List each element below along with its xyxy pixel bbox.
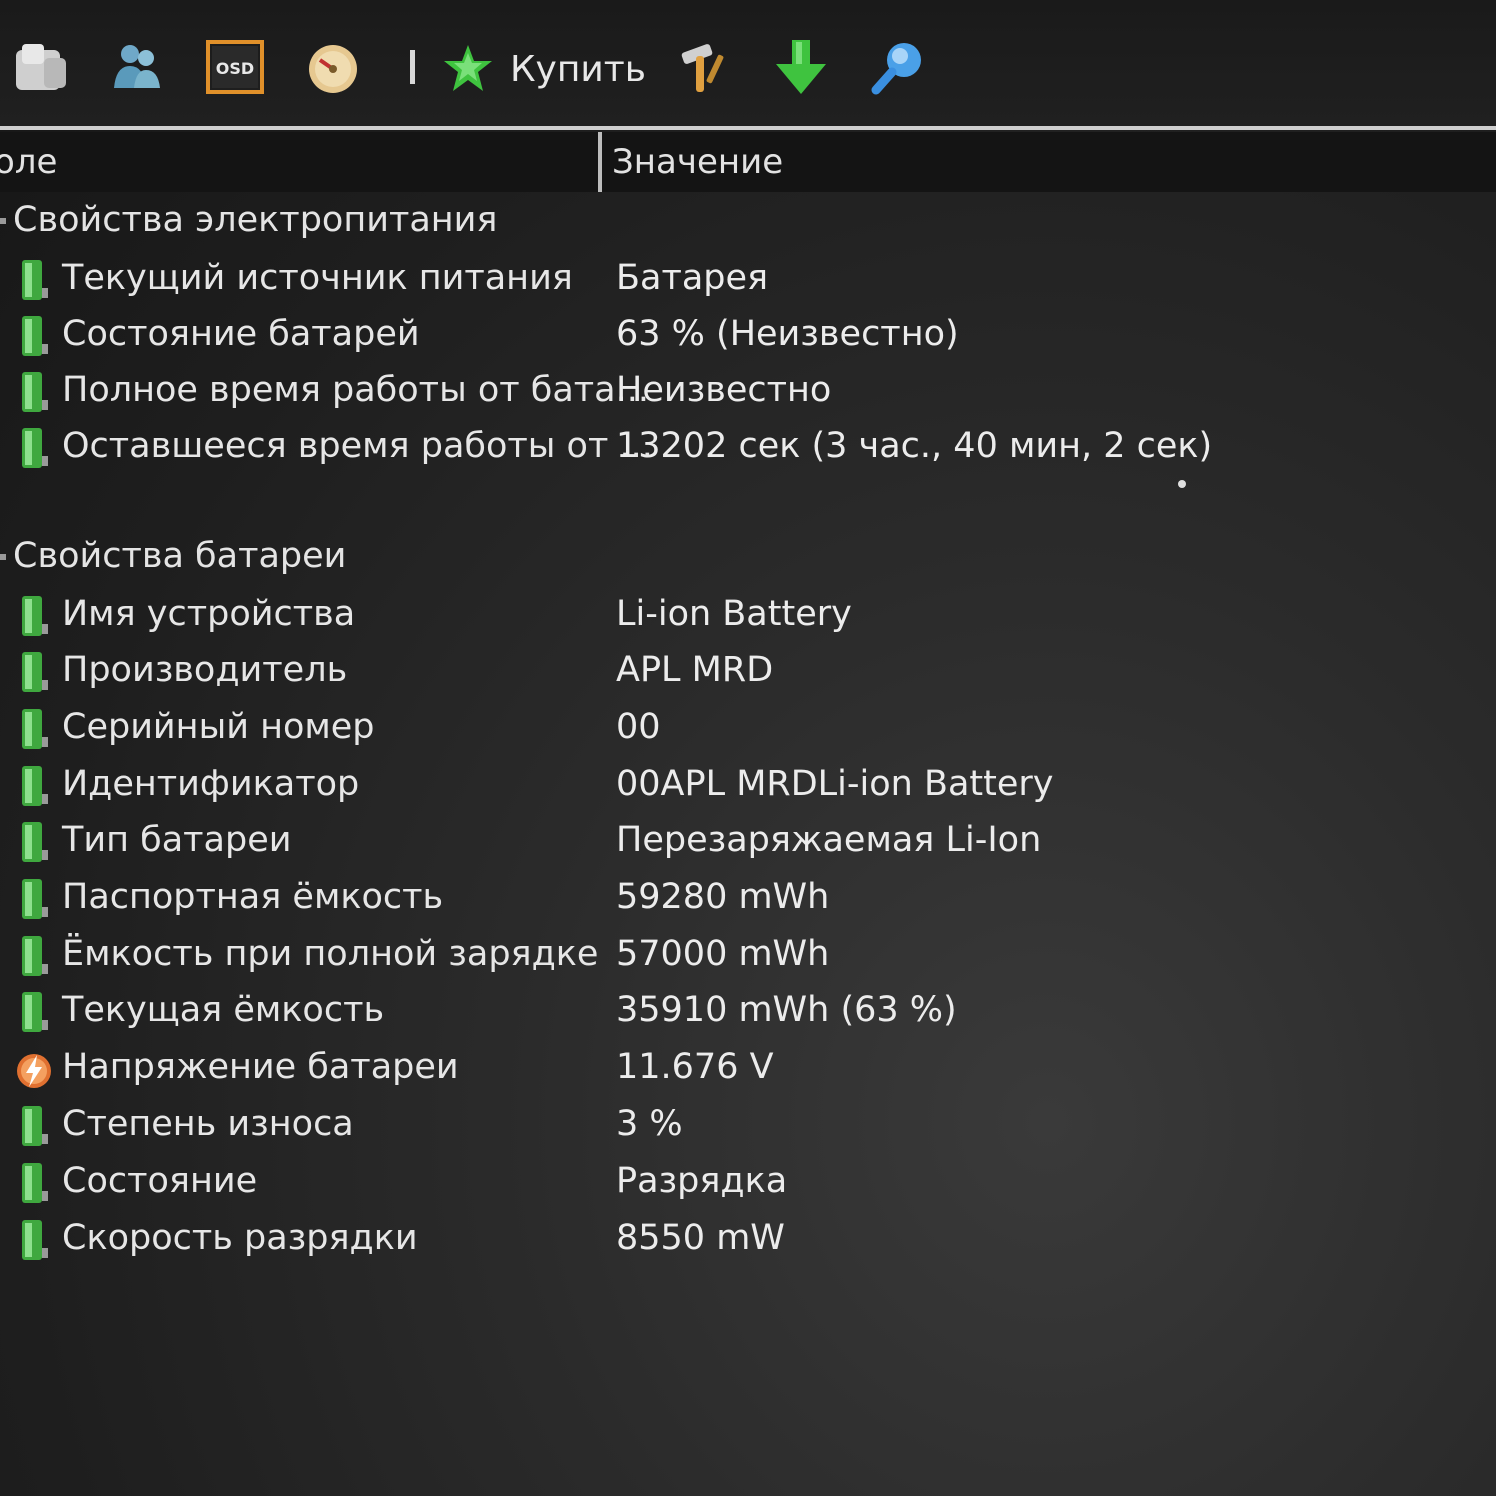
row-value: Перезаряжаемая Li-Ion bbox=[616, 820, 1042, 860]
table-row[interactable]: Паспортная ёмкость 59280 mWh bbox=[0, 873, 1496, 929]
search-icon[interactable] bbox=[868, 36, 930, 98]
group-bullet bbox=[0, 554, 6, 560]
row-value: Неизвестно bbox=[616, 370, 832, 410]
table-row[interactable]: Скорость разрядки 8550 mW bbox=[0, 1214, 1496, 1270]
osd-icon[interactable]: OSD bbox=[204, 36, 266, 98]
buy-star-icon bbox=[444, 45, 492, 91]
row-value: 8550 mW bbox=[616, 1218, 785, 1258]
table-row[interactable]: Ёмкость при полной зарядке 57000 mWh bbox=[0, 930, 1496, 986]
group-battery-properties[interactable]: Свойства батареи bbox=[0, 536, 346, 576]
column-value-header[interactable]: Значение bbox=[612, 142, 783, 182]
battery-icon bbox=[22, 1220, 48, 1260]
row-value: 63 % (Неизвестно) bbox=[616, 314, 959, 354]
table-row[interactable]: Полное время работы от бата... Неизвестн… bbox=[0, 366, 1496, 422]
column-field-header[interactable]: оле bbox=[0, 142, 57, 182]
battery-icon bbox=[22, 822, 48, 862]
battery-icon bbox=[22, 766, 48, 806]
battery-icon bbox=[22, 316, 48, 356]
buy-button[interactable]: Купить bbox=[440, 38, 646, 100]
row-label: Полное время работы от бата... bbox=[62, 370, 650, 410]
row-label: Паспортная ёмкость bbox=[62, 877, 444, 917]
table-row[interactable]: Тип батареи Перезаряжаемая Li-Ion bbox=[0, 816, 1496, 872]
row-label: Текущая ёмкость bbox=[62, 990, 385, 1030]
buy-label: Купить bbox=[510, 48, 646, 90]
row-label: Имя устройства bbox=[62, 594, 356, 634]
row-value: 35910 mWh (63 %) bbox=[616, 990, 957, 1030]
battery-icon bbox=[22, 652, 48, 692]
row-label: Текущий источник питания bbox=[62, 258, 573, 298]
row-value: Батарея bbox=[616, 258, 769, 298]
table-row[interactable]: Состояние Разрядка bbox=[0, 1157, 1496, 1213]
table-row[interactable]: Текущая ёмкость 35910 mWh (63 %) bbox=[0, 986, 1496, 1042]
stray-dot bbox=[1178, 480, 1186, 488]
row-label: Тип батареи bbox=[62, 820, 292, 860]
table-row[interactable]: Серийный номер 00 bbox=[0, 703, 1496, 759]
screen: OSD Купить оле Значение Свойства электро… bbox=[0, 0, 1496, 1496]
battery-icon bbox=[22, 1163, 48, 1203]
battery-icon bbox=[22, 879, 48, 919]
row-value: 11.676 V bbox=[616, 1047, 774, 1087]
table-row[interactable]: Состояние батарей 63 % (Неизвестно) bbox=[0, 310, 1496, 366]
table-row[interactable]: Текущий источник питания Батарея bbox=[0, 254, 1496, 310]
voltage-lightning-icon bbox=[17, 1054, 51, 1088]
battery-icon bbox=[22, 372, 48, 412]
row-label: Идентификатор bbox=[62, 764, 360, 804]
row-value: APL MRD bbox=[616, 650, 774, 690]
battery-icon bbox=[22, 596, 48, 636]
group-title: Свойства батареи bbox=[13, 536, 347, 576]
row-value: 59280 mWh bbox=[616, 877, 830, 917]
row-label: Производитель bbox=[62, 650, 348, 690]
battery-icon bbox=[22, 260, 48, 300]
row-value: 13202 сек (3 час., 40 мин, 2 сек) bbox=[616, 426, 1213, 466]
row-label: Степень износа bbox=[62, 1104, 354, 1144]
row-value: 00APL MRDLi-ion Battery bbox=[616, 764, 1054, 804]
row-value: Разрядка bbox=[616, 1161, 788, 1201]
battery-icon bbox=[22, 1106, 48, 1146]
toolbar: OSD Купить bbox=[0, 0, 1496, 128]
table-row[interactable]: Имя устройства Li-ion Battery bbox=[0, 590, 1496, 646]
table-row[interactable]: Производитель APL MRD bbox=[0, 646, 1496, 702]
table-row[interactable]: Оставшееся время работы от ... 13202 сек… bbox=[0, 422, 1496, 478]
row-value: Li-ion Battery bbox=[616, 594, 852, 634]
battery-icon bbox=[22, 428, 48, 468]
row-label: Серийный номер bbox=[62, 707, 375, 747]
row-label: Напряжение батареи bbox=[62, 1047, 459, 1087]
download-arrow-icon[interactable] bbox=[770, 36, 832, 98]
toolbar-divider bbox=[0, 126, 1496, 130]
row-value: 57000 mWh bbox=[616, 934, 830, 974]
gauge-icon[interactable] bbox=[302, 36, 364, 98]
row-label: Ёмкость при полной зарядке bbox=[62, 934, 599, 974]
battery-icon bbox=[22, 936, 48, 976]
row-value: 3 % bbox=[616, 1104, 683, 1144]
toolbar-separator bbox=[410, 50, 415, 84]
user-icon[interactable] bbox=[106, 36, 168, 98]
table-row[interactable]: Идентификатор 00APL MRDLi-ion Battery bbox=[0, 760, 1496, 816]
group-title: Свойства электропитания bbox=[13, 200, 498, 240]
group-bullet bbox=[0, 218, 6, 224]
row-label: Состояние bbox=[62, 1161, 258, 1201]
table-row[interactable]: Напряжение батареи 11.676 V bbox=[0, 1043, 1496, 1099]
row-label: Состояние батарей bbox=[62, 314, 420, 354]
row-label: Скорость разрядки bbox=[62, 1218, 418, 1258]
group-power-properties[interactable]: Свойства электропитания bbox=[0, 200, 497, 240]
report-icon[interactable] bbox=[8, 36, 70, 98]
column-resize-handle[interactable] bbox=[598, 132, 602, 192]
tools-icon[interactable] bbox=[672, 36, 734, 98]
column-header: оле Значение bbox=[0, 132, 1496, 192]
table-row[interactable]: Степень износа 3 % bbox=[0, 1100, 1496, 1156]
row-value: 00 bbox=[616, 707, 661, 747]
osd-text: OSD bbox=[216, 59, 254, 78]
battery-icon bbox=[22, 992, 48, 1032]
battery-icon bbox=[22, 709, 48, 749]
row-label: Оставшееся время работы от ... bbox=[62, 426, 653, 466]
